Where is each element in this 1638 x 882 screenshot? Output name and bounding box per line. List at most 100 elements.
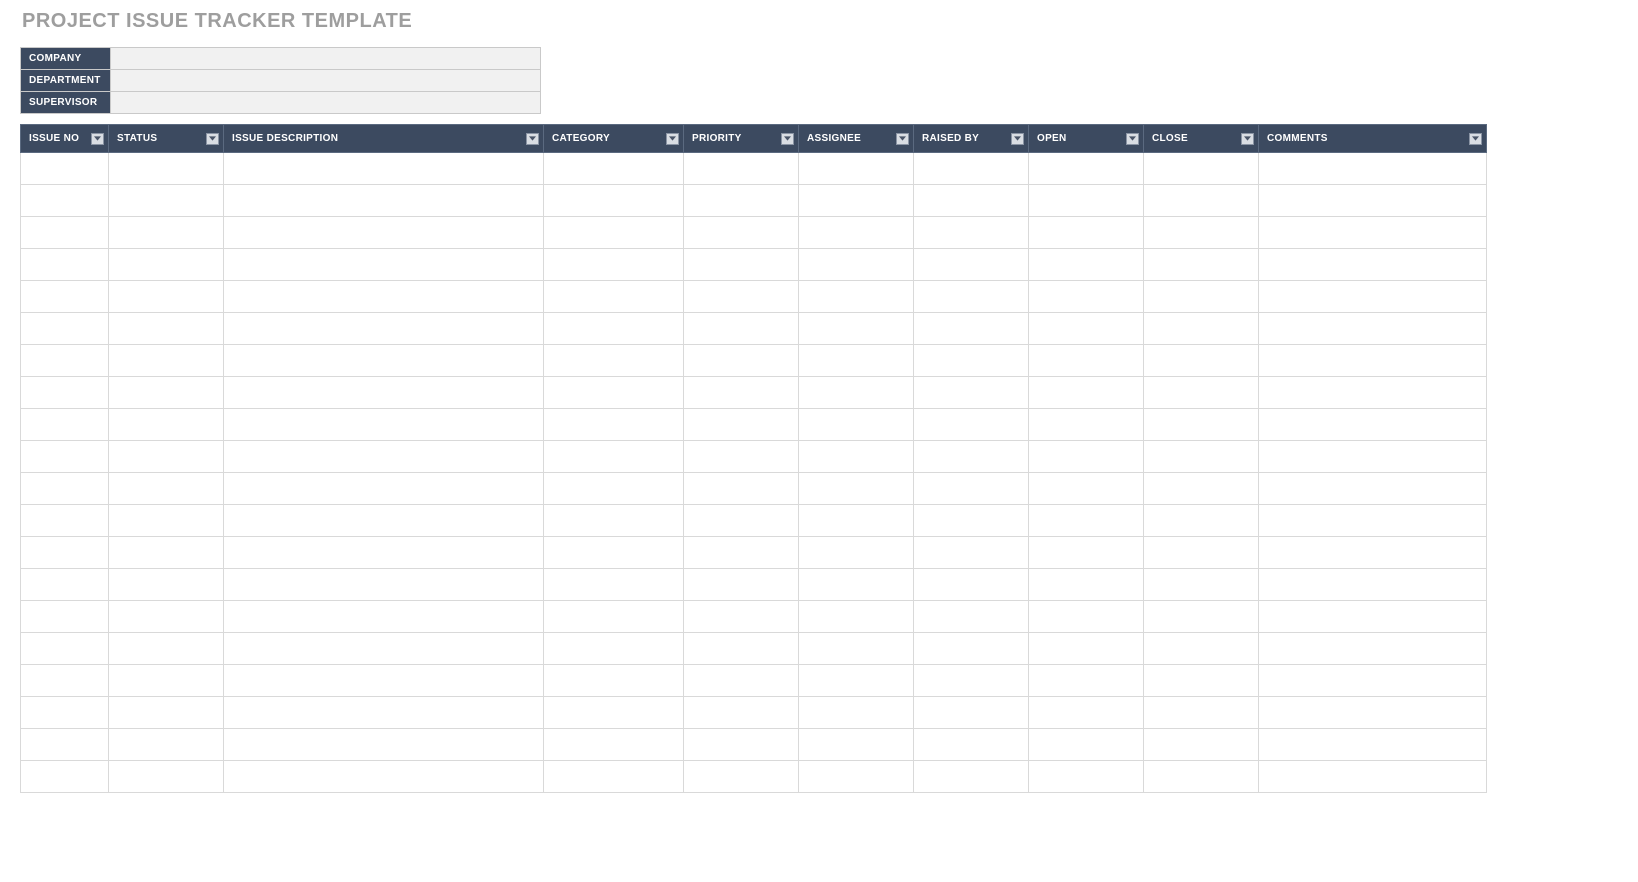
table-cell[interactable] [1029, 409, 1144, 441]
table-cell[interactable] [21, 313, 109, 345]
table-cell[interactable] [914, 409, 1029, 441]
meta-value[interactable] [111, 48, 541, 70]
column-header-open[interactable]: OPEN [1029, 125, 1144, 153]
table-cell[interactable] [1259, 281, 1487, 313]
table-cell[interactable] [21, 665, 109, 697]
table-cell[interactable] [1259, 377, 1487, 409]
table-cell[interactable] [224, 697, 544, 729]
table-cell[interactable] [914, 633, 1029, 665]
table-cell[interactable] [1144, 281, 1259, 313]
table-cell[interactable] [224, 665, 544, 697]
table-cell[interactable] [684, 537, 799, 569]
table-cell[interactable] [1259, 601, 1487, 633]
table-cell[interactable] [799, 313, 914, 345]
table-cell[interactable] [914, 761, 1029, 793]
table-cell[interactable] [799, 761, 914, 793]
table-cell[interactable] [914, 665, 1029, 697]
column-header-comments[interactable]: COMMENTS [1259, 125, 1487, 153]
table-cell[interactable] [1144, 569, 1259, 601]
table-cell[interactable] [544, 729, 684, 761]
table-cell[interactable] [1144, 217, 1259, 249]
table-cell[interactable] [914, 249, 1029, 281]
table-cell[interactable] [914, 473, 1029, 505]
table-cell[interactable] [1029, 569, 1144, 601]
table-cell[interactable] [544, 441, 684, 473]
table-cell[interactable] [109, 729, 224, 761]
column-header-category[interactable]: CATEGORY [544, 125, 684, 153]
table-cell[interactable] [799, 153, 914, 185]
column-header-status[interactable]: STATUS [109, 125, 224, 153]
table-cell[interactable] [1144, 249, 1259, 281]
table-cell[interactable] [799, 601, 914, 633]
table-cell[interactable] [109, 153, 224, 185]
table-cell[interactable] [684, 217, 799, 249]
column-header-description[interactable]: ISSUE DESCRIPTION [224, 125, 544, 153]
filter-dropdown-icon[interactable] [1126, 133, 1139, 145]
table-cell[interactable] [799, 345, 914, 377]
table-cell[interactable] [1029, 697, 1144, 729]
table-cell[interactable] [21, 377, 109, 409]
table-cell[interactable] [544, 313, 684, 345]
table-cell[interactable] [21, 473, 109, 505]
table-cell[interactable] [914, 313, 1029, 345]
table-cell[interactable] [109, 601, 224, 633]
table-cell[interactable] [914, 153, 1029, 185]
filter-dropdown-icon[interactable] [666, 133, 679, 145]
table-cell[interactable] [544, 633, 684, 665]
table-cell[interactable] [1029, 377, 1144, 409]
table-cell[interactable] [224, 345, 544, 377]
filter-dropdown-icon[interactable] [206, 133, 219, 145]
table-cell[interactable] [544, 473, 684, 505]
table-cell[interactable] [1029, 761, 1144, 793]
table-cell[interactable] [109, 569, 224, 601]
table-cell[interactable] [799, 729, 914, 761]
table-cell[interactable] [684, 153, 799, 185]
table-cell[interactable] [799, 537, 914, 569]
table-cell[interactable] [21, 249, 109, 281]
table-cell[interactable] [109, 537, 224, 569]
table-cell[interactable] [224, 249, 544, 281]
table-cell[interactable] [544, 665, 684, 697]
table-cell[interactable] [1029, 185, 1144, 217]
table-cell[interactable] [544, 537, 684, 569]
table-cell[interactable] [544, 569, 684, 601]
table-cell[interactable] [544, 601, 684, 633]
table-cell[interactable] [224, 153, 544, 185]
table-cell[interactable] [1029, 601, 1144, 633]
table-cell[interactable] [1144, 153, 1259, 185]
table-cell[interactable] [684, 313, 799, 345]
table-cell[interactable] [684, 569, 799, 601]
table-cell[interactable] [224, 761, 544, 793]
table-cell[interactable] [1259, 441, 1487, 473]
table-cell[interactable] [1259, 409, 1487, 441]
table-cell[interactable] [224, 601, 544, 633]
table-cell[interactable] [1029, 633, 1144, 665]
table-cell[interactable] [1144, 185, 1259, 217]
table-cell[interactable] [1029, 441, 1144, 473]
table-cell[interactable] [109, 377, 224, 409]
table-cell[interactable] [914, 505, 1029, 537]
table-cell[interactable] [224, 505, 544, 537]
table-cell[interactable] [1144, 633, 1259, 665]
table-cell[interactable] [914, 601, 1029, 633]
table-cell[interactable] [1029, 537, 1144, 569]
table-cell[interactable] [1029, 665, 1144, 697]
table-cell[interactable] [684, 697, 799, 729]
table-cell[interactable] [799, 217, 914, 249]
table-cell[interactable] [224, 441, 544, 473]
table-cell[interactable] [1144, 697, 1259, 729]
table-cell[interactable] [1029, 249, 1144, 281]
table-cell[interactable] [224, 569, 544, 601]
table-cell[interactable] [1029, 281, 1144, 313]
table-cell[interactable] [799, 377, 914, 409]
table-cell[interactable] [224, 217, 544, 249]
table-cell[interactable] [1029, 313, 1144, 345]
table-cell[interactable] [684, 441, 799, 473]
table-cell[interactable] [109, 313, 224, 345]
table-cell[interactable] [1259, 473, 1487, 505]
table-cell[interactable] [914, 345, 1029, 377]
table-cell[interactable] [1144, 345, 1259, 377]
table-cell[interactable] [684, 665, 799, 697]
table-cell[interactable] [1144, 505, 1259, 537]
table-cell[interactable] [1259, 761, 1487, 793]
